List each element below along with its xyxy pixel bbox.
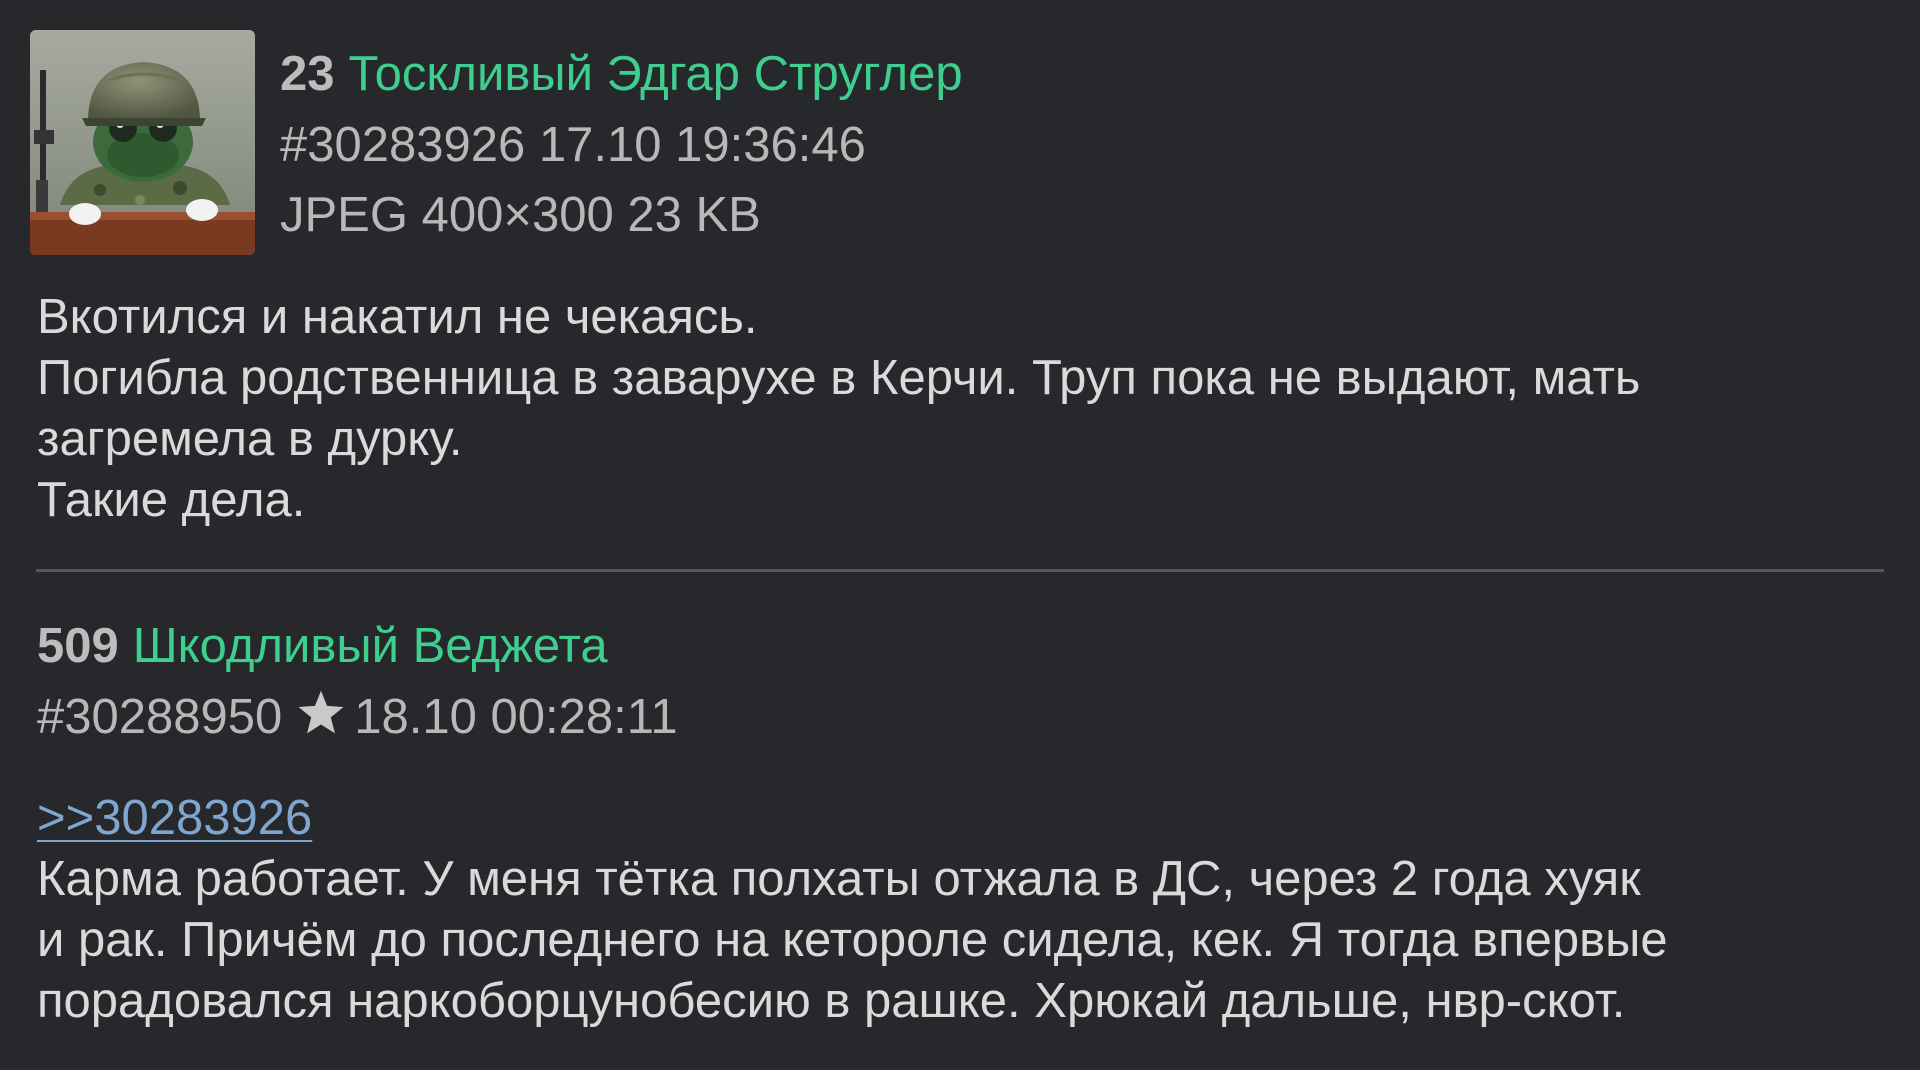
post: 509 Шкодливый Веджета #30288950 18.10 00:2…	[0, 574, 1920, 1070]
post-text-line: и рак. Причём до последнего на кетороле …	[37, 913, 1668, 967]
post-body: Вкотился и накатил не чекаясь. Погибла р…	[37, 287, 1897, 531]
post-number: 23	[280, 47, 335, 101]
reply-link[interactable]: >>30283926	[37, 791, 312, 845]
post-meta: #30283926 17.10 19:36:46	[280, 115, 866, 175]
post-number: 509	[37, 619, 119, 673]
poster-name[interactable]: Шкодливый Веджета	[133, 619, 608, 673]
post-datetime: 18.10 00:28:11	[354, 690, 678, 744]
post-divider	[36, 569, 1884, 572]
post-body: >>30283926 Карма работает. У меня тётка …	[37, 788, 1897, 1032]
poster-name[interactable]: Тоскливый Эдгар Струглер	[349, 47, 963, 101]
frog-helmet-thumbnail-image	[30, 30, 255, 255]
post-id[interactable]: #30288950	[37, 690, 282, 744]
post-text-line: Погибла родственница в заварухе в Керчи.…	[37, 351, 1641, 405]
post-text-line: загремела в дурку.	[37, 412, 463, 466]
post-text-line: Вкотился и накатил не чекаясь.	[37, 290, 758, 344]
post: 23 Тоскливый Эдгар Струглер #30283926 17.…	[0, 0, 1920, 572]
post-datetime: 17.10 19:36:46	[538, 118, 866, 172]
post-text-line: Такие дела.	[37, 473, 306, 527]
post-text-line: порадовался наркоборцунобесию в рашке. Х…	[37, 974, 1626, 1028]
file-info[interactable]: JPEG 400×300 23 KB	[280, 185, 761, 245]
post-id[interactable]: #30283926	[280, 118, 525, 172]
post-thumbnail[interactable]	[30, 30, 255, 255]
star-icon[interactable]	[296, 689, 346, 737]
post-meta: #30288950 18.10 00:28:11	[37, 687, 678, 747]
post-header: 23 Тоскливый Эдгар Струглер	[280, 44, 963, 104]
post-header: 509 Шкодливый Веджета	[37, 616, 608, 676]
post-text-line: Карма работает. У меня тётка полхаты отж…	[37, 852, 1641, 906]
